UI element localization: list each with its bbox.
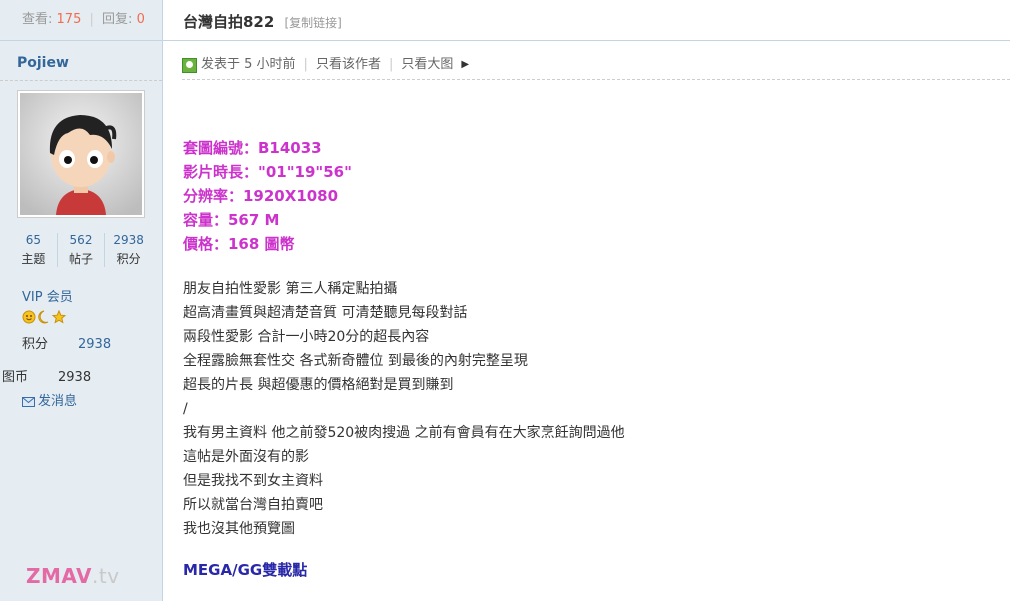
author-sidebar: 查看: 175 | 回复: 0 Pojiew 65 主题 562 帖子 2938… <box>0 0 163 601</box>
points-label: 积分 <box>22 337 49 352</box>
body-line: 但是我找不到女主資料 <box>183 473 323 489</box>
replies-label: 回复: <box>102 12 133 27</box>
replies-count: 0 <box>136 12 145 27</box>
points-value[interactable]: 2938 <box>78 337 111 352</box>
count-threads[interactable]: 65 主题 <box>10 233 58 267</box>
body-line: 超高清畫質與超清楚音質 可清楚聽見每段對話 <box>183 305 468 321</box>
medals <box>22 309 67 328</box>
stats-divider: | <box>89 12 94 27</box>
watermark-suffix: .tv <box>92 564 120 588</box>
body-line: 這帖是外面沒有的影 <box>183 449 309 465</box>
views-label: 查看: <box>22 12 53 27</box>
thread-title: 台灣自拍822 <box>183 13 275 31</box>
site-watermark: ZMAV.tv <box>26 564 120 588</box>
meta-divider: | <box>388 57 394 72</box>
send-message-link[interactable]: 发消息 <box>22 390 77 409</box>
body-line: 全程露臉無套性交 各式新奇體位 到最後的內射完整呈現 <box>183 353 528 369</box>
points-row: 积分 2938 <box>22 333 111 352</box>
play-arrow-icon[interactable]: ▶ <box>461 53 469 77</box>
meta-divider: | <box>303 57 308 72</box>
body-line: 我有男主資料 他之前發520被肉搜過 之前有會員有在大家烹飪詢問過他 <box>183 425 625 441</box>
count-value: 65 <box>25 233 41 247</box>
avatar-cartoon-icon <box>20 93 142 215</box>
count-label: 主题 <box>21 252 46 266</box>
meta-divider-line <box>182 79 1010 80</box>
count-value: 2938 <box>113 233 144 247</box>
star-icon <box>51 309 67 324</box>
user-group[interactable]: VIP 会员 <box>22 286 73 305</box>
count-posts[interactable]: 562 帖子 <box>58 233 106 267</box>
spec-line: 容量：567 M <box>183 211 280 229</box>
post-meta: 发表于 5 小时前 | 只看该作者 | 只看大图 ▶ <box>182 52 469 78</box>
spec-line: 價格：168 圖幣 <box>183 235 295 253</box>
medal-icons <box>22 309 67 324</box>
send-message-label: 发消息 <box>38 394 78 409</box>
post-time: 发表于 5 小时前 <box>201 57 296 72</box>
count-value: 562 <box>69 233 93 247</box>
copy-link-button[interactable]: [复制链接] <box>284 16 341 30</box>
divider <box>0 80 162 81</box>
watermark-brand: ZMAV <box>26 564 93 588</box>
count-label: 积分 <box>116 252 141 266</box>
body-line: 朋友自拍性愛影 第三人稱定點拍攝 <box>183 281 398 297</box>
count-points[interactable]: 2938 积分 <box>105 233 152 267</box>
post-main: 台灣自拍822 [复制链接] 发表于 5 小时前 | 只看该作者 | 只看大图 … <box>163 0 1010 601</box>
moon-icon <box>38 310 49 324</box>
only-author-link[interactable]: 只看该作者 <box>316 53 381 77</box>
sun-icon <box>22 310 36 324</box>
online-status-icon <box>182 57 197 73</box>
envelope-icon <box>22 396 35 407</box>
coins-value: 2938 <box>58 370 92 385</box>
body-line: 兩段性愛影 合計一小時20分的超長內容 <box>183 329 430 345</box>
post-body: 朋友自拍性愛影 第三人稱定點拍攝 超高清畫質與超清楚音質 可清楚聽見每段對話 兩… <box>183 277 983 541</box>
spec-line: 分辨率：1920X1080 <box>183 187 339 205</box>
body-line: 所以就當台灣自拍賣吧 <box>183 497 323 513</box>
views-count: 175 <box>56 12 82 27</box>
post-content: 套圖編號：B14033 影片時長："01"19"56" 分辨率：1920X108… <box>183 136 983 580</box>
thread-title-bar: 台灣自拍822 [复制链接] <box>163 0 1010 41</box>
coins-row: 图币 2938 <box>2 366 91 385</box>
coins-label: 图币 <box>2 370 29 385</box>
download-note: MEGA/GG雙載點 <box>183 561 308 579</box>
body-line: 我也沒其他預覽圖 <box>183 521 295 537</box>
author-name[interactable]: Pojiew <box>17 55 162 71</box>
spec-line: 套圖編號：B14033 <box>183 139 322 157</box>
thread-stats: 查看: 175 | 回复: 0 <box>0 0 162 41</box>
body-line: 超長的片長 與超優惠的價格絕對是買到賺到 <box>183 377 454 393</box>
count-label: 帖子 <box>69 252 94 266</box>
big-image-link[interactable]: 只看大图 <box>401 53 453 77</box>
author-counts: 65 主题 562 帖子 2938 积分 <box>10 233 152 267</box>
avatar[interactable] <box>17 90 145 218</box>
body-line: / <box>183 401 188 417</box>
spec-line: 影片時長："01"19"56" <box>183 163 352 181</box>
